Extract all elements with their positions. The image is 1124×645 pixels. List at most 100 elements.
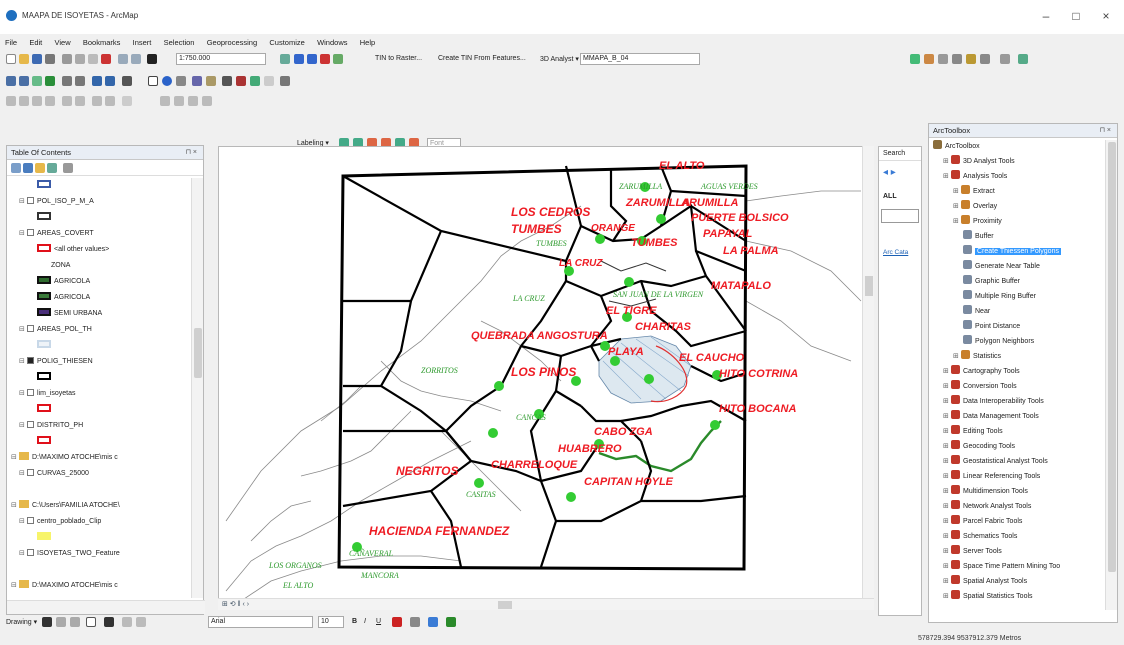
layer-visibility-checkbox[interactable] (27, 517, 34, 524)
toolbox-item[interactable]: Buffer (963, 230, 994, 242)
editor-icon-11[interactable] (174, 96, 184, 106)
expand-toggle-icon[interactable]: ⊞ (943, 471, 951, 483)
map-hscroll-thumb[interactable] (498, 601, 512, 609)
toc-window-icon[interactable] (294, 54, 304, 64)
toolbox-item[interactable]: ⊞ Schematics Tools (943, 530, 1017, 542)
toolbox-item[interactable]: ArcToolbox (933, 140, 980, 152)
expand-toggle-icon[interactable]: ⊞ (943, 576, 951, 588)
expand-toggle-icon[interactable]: ⊟ (11, 500, 19, 512)
toc-item[interactable]: SEMI URBANA (37, 308, 102, 320)
expand-toggle-icon[interactable]: ⊟ (11, 580, 19, 592)
expand-toggle-icon[interactable]: ⊟ (19, 468, 27, 480)
editor-icon-6[interactable] (75, 96, 85, 106)
python-window-icon[interactable] (333, 54, 343, 64)
rotate-icon[interactable] (56, 617, 66, 627)
map-vscroll-thumb[interactable] (865, 276, 873, 296)
toolbox-item[interactable]: ⊞ Data Management Tools (943, 410, 1039, 422)
toc-item[interactable]: AGRICOLA (37, 292, 90, 304)
select-elements-icon[interactable] (148, 76, 158, 86)
add-toolbar-icon[interactable] (1018, 54, 1028, 64)
raster-tool-icon[interactable] (910, 54, 920, 64)
layer-visibility-checkbox[interactable] (27, 325, 34, 332)
toolbar-options-icon[interactable] (1000, 54, 1010, 64)
layer-visibility-checkbox[interactable] (27, 421, 34, 428)
forward-extent-icon[interactable] (105, 76, 115, 86)
copy-icon[interactable] (75, 54, 85, 64)
toolbox-item[interactable]: ⊞ Geocoding Tools (943, 440, 1015, 452)
toc-item[interactable] (37, 340, 54, 352)
expand-toggle-icon[interactable]: ⊞ (943, 561, 951, 573)
editor-icon-7[interactable] (92, 96, 102, 106)
menu-file[interactable]: File (0, 36, 22, 50)
toolbox-item[interactable]: ⊞ Space Time Pattern Mining Too (943, 560, 1060, 572)
toc-options-icon[interactable] (63, 163, 73, 173)
expand-toggle-icon[interactable]: ⊟ (19, 388, 27, 400)
layer-visibility-checkbox[interactable] (27, 389, 34, 396)
expand-toggle-icon[interactable]: ⊟ (19, 356, 27, 368)
toolbox-item[interactable]: Multiple Ring Buffer (963, 290, 1036, 302)
toc-item[interactable]: <all other values> (37, 244, 109, 256)
toc-item[interactable]: ⊟ POL_ISO_P_M_A (19, 196, 94, 208)
select-features-icon[interactable] (122, 76, 132, 86)
fixed-zoom-in-icon[interactable] (62, 76, 72, 86)
editor-icon-4[interactable] (45, 96, 55, 106)
editor-icon-5[interactable] (62, 96, 72, 106)
find-route-icon[interactable] (236, 76, 246, 86)
zoom-in-icon[interactable] (6, 76, 16, 86)
pan-icon[interactable] (32, 76, 42, 86)
find-icon[interactable] (222, 76, 232, 86)
toolbox-item[interactable]: ⊞ Server Tools (943, 545, 1002, 557)
toc-item[interactable] (37, 436, 54, 448)
zoom-whole-page-icon[interactable] (70, 617, 80, 627)
toolbox-item[interactable]: ⊞ Parcel Fabric Tools (943, 515, 1022, 527)
toc-item[interactable]: ⊟ CURVAS_25000 (19, 468, 89, 480)
toc-item[interactable] (37, 180, 54, 192)
toc-item[interactable]: ⊟ DISTRITO_PH (19, 420, 83, 432)
expand-toggle-icon[interactable]: ⊞ (943, 486, 951, 498)
delete-icon[interactable] (101, 54, 111, 64)
menu-windows[interactable]: Windows (312, 36, 352, 50)
toolbox-item[interactable]: ⊞ Linear Referencing Tools (943, 470, 1040, 482)
editor-toolbar-icon[interactable] (280, 54, 290, 64)
toolbox-item[interactable]: ⊞ Statistics (953, 350, 1001, 362)
toc-item[interactable]: ⊟ ISOYETAS_TWO_Feature (19, 548, 120, 560)
toc-item[interactable]: AGRICOLA (37, 276, 90, 288)
layer-dropdown[interactable]: MMAPA_B_04 (580, 53, 700, 65)
full-extent-icon[interactable] (45, 76, 55, 86)
identify-icon[interactable] (162, 76, 172, 86)
fixed-zoom-out-icon[interactable] (75, 76, 85, 86)
map-vertical-scrollbar[interactable] (862, 146, 874, 600)
toc-item[interactable]: ⊟ AREAS_COVERT (19, 228, 94, 240)
editor-icon-1[interactable] (6, 96, 16, 106)
toc-item[interactable]: ⊟ AREAS_POL_TH (19, 324, 92, 336)
open-folder-icon[interactable] (19, 54, 29, 64)
toolbox-item[interactable]: ⊞ Network Analyst Tools (943, 500, 1031, 512)
toolbox-item[interactable]: Near (963, 305, 990, 317)
redo-icon[interactable] (131, 54, 141, 64)
drawing-font-select[interactable]: Arial (208, 616, 313, 628)
undo-icon[interactable] (118, 54, 128, 64)
drawing-font-size[interactable]: 10 (318, 616, 344, 628)
drawing-more-icon[interactable] (122, 617, 132, 627)
html-popup-icon[interactable] (192, 76, 202, 86)
editor-icon-10[interactable] (160, 96, 170, 106)
toolbox-item[interactable]: ⊞ Geostatistical Analyst Tools (943, 455, 1048, 467)
map-scale-input[interactable]: 1:750.000 (176, 53, 266, 65)
expand-toggle-icon[interactable]: ⊞ (943, 426, 951, 438)
menu-help[interactable]: Help (355, 36, 380, 50)
toolbox-item[interactable]: Polygon Neighbors (963, 335, 1034, 347)
editor-icon-13[interactable] (202, 96, 212, 106)
toolbox-item[interactable]: ⊞ Overlay (953, 200, 997, 212)
list-by-drawing-order-icon[interactable] (11, 163, 21, 173)
underline-button[interactable]: U (376, 618, 381, 625)
hyperlink-icon[interactable] (176, 76, 186, 86)
search-arc-catalog-link[interactable]: Arc Cata (883, 249, 908, 256)
bold-button[interactable]: B (352, 618, 357, 625)
toolbox-item[interactable]: Graphic Buffer (963, 275, 1020, 287)
drawing-edit-icon[interactable] (136, 617, 146, 627)
toolbox-item[interactable]: ⊞ Spatial Statistics Tools (943, 590, 1033, 602)
maximize-button[interactable]: □ (1068, 8, 1084, 24)
toolbox-item[interactable]: ⊞ Proximity (953, 215, 1002, 227)
expand-toggle-icon[interactable]: ⊞ (943, 156, 951, 168)
time-slider-icon[interactable] (264, 76, 274, 86)
